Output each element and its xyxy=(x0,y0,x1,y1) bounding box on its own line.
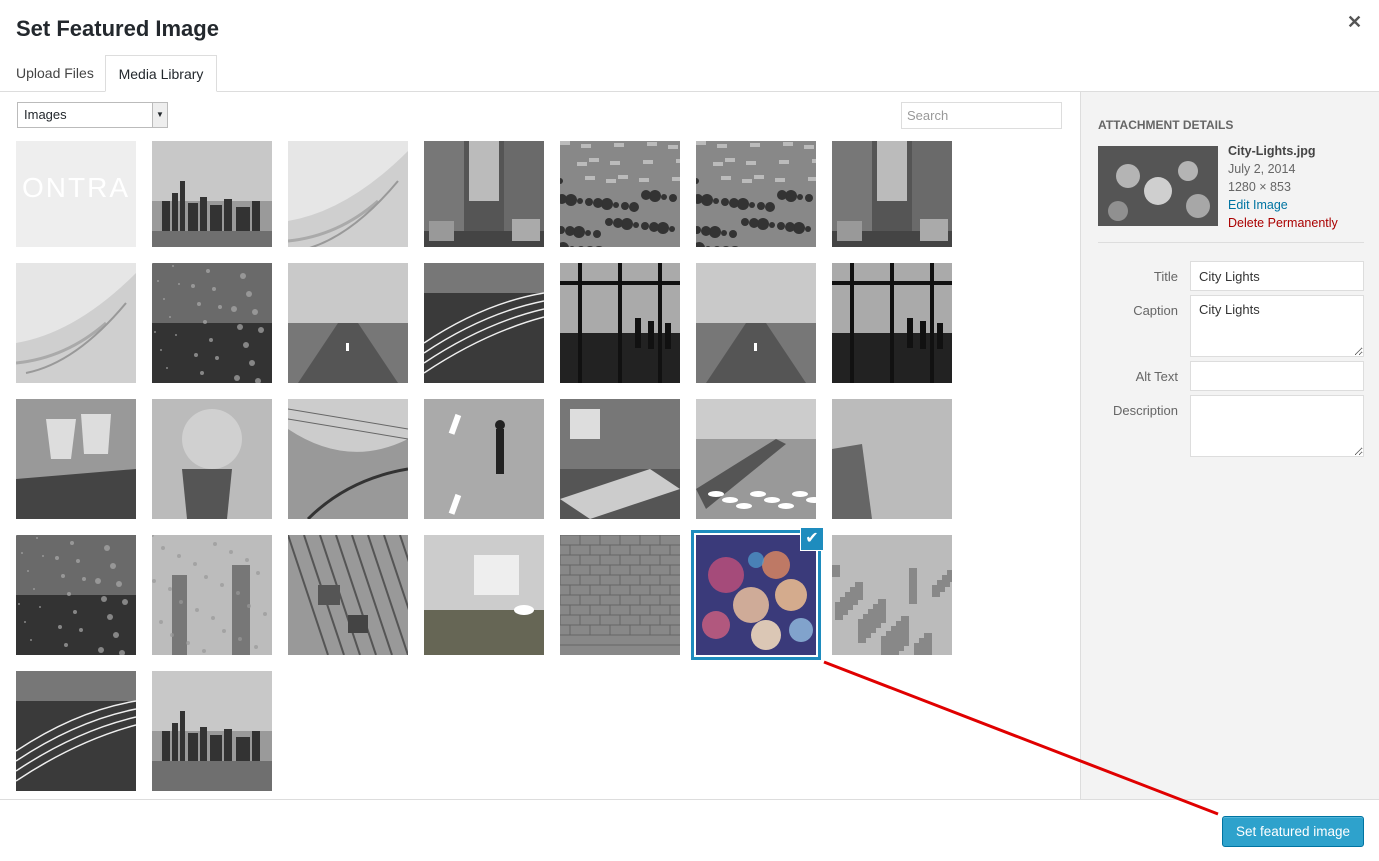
edit-image-link[interactable]: Edit Image xyxy=(1228,196,1338,214)
attachment-thumbnail[interactable] xyxy=(152,671,272,791)
modal-footer: Set featured image xyxy=(0,799,1379,861)
alt-text-label: Alt Text xyxy=(1135,369,1178,384)
attachment-thumbnail[interactable] xyxy=(424,141,544,247)
attachment-thumbnail[interactable] xyxy=(152,399,272,519)
attachment-thumbnail[interactable] xyxy=(16,535,136,655)
caption-label: Caption xyxy=(1133,303,1178,318)
divider xyxy=(1098,242,1364,243)
attachment-thumbnail[interactable] xyxy=(560,535,680,655)
attachment-thumbnail[interactable] xyxy=(696,263,816,383)
tab-upload-files[interactable]: Upload Files xyxy=(6,55,104,91)
attachment-thumbnail[interactable]: ONTRA xyxy=(16,141,136,247)
title-field[interactable] xyxy=(1190,261,1364,291)
attachment-thumbnail[interactable] xyxy=(152,263,272,383)
set-featured-image-button[interactable]: Set featured image xyxy=(1222,816,1364,847)
search-input[interactable] xyxy=(901,102,1062,129)
attachment-thumbnail[interactable] xyxy=(152,141,272,247)
attachment-thumbnail[interactable] xyxy=(832,263,952,383)
attachment-thumbnail[interactable] xyxy=(832,141,952,247)
attachment-thumbnail[interactable] xyxy=(696,399,816,519)
selected-check-icon[interactable]: ✔ xyxy=(800,527,824,551)
details-dimensions: 1280 × 853 xyxy=(1228,180,1291,194)
details-filename: City-Lights.jpg xyxy=(1228,144,1316,158)
attachment-thumbnail[interactable] xyxy=(424,535,544,655)
attachment-thumbnail[interactable] xyxy=(560,399,680,519)
alt-text-field[interactable] xyxy=(1190,361,1364,391)
attachment-thumbnail[interactable] xyxy=(696,141,816,247)
attachment-thumbnail[interactable] xyxy=(832,535,952,655)
attachment-thumbnail[interactable] xyxy=(560,263,680,383)
media-type-filter[interactable]: Images ▼ xyxy=(17,102,168,128)
description-label: Description xyxy=(1112,403,1178,418)
attachment-thumbnail[interactable] xyxy=(288,141,408,247)
attachment-thumbnail[interactable] xyxy=(16,263,136,383)
caption-field[interactable]: City Lights xyxy=(1190,295,1364,357)
tab-media-library[interactable]: Media Library xyxy=(105,55,217,92)
attachment-thumbnail[interactable] xyxy=(560,141,680,247)
delete-permanently-link[interactable]: Delete Permanently xyxy=(1228,214,1338,232)
description-field[interactable] xyxy=(1190,395,1364,457)
filter-selected-value: Images xyxy=(24,107,67,122)
attachment-thumbnail[interactable] xyxy=(16,399,136,519)
attachment-thumbnail[interactable] xyxy=(424,263,544,383)
attachment-thumbnail[interactable] xyxy=(152,535,272,655)
title-label: Title xyxy=(1153,269,1178,284)
details-thumbnail xyxy=(1098,146,1218,226)
details-heading: Attachment Details xyxy=(1098,118,1234,132)
dropdown-arrow-icon: ▼ xyxy=(152,103,167,127)
attachment-thumbnail[interactable] xyxy=(16,671,136,791)
details-meta: City-Lights.jpg July 2, 2014 1280 × 853 … xyxy=(1228,142,1338,232)
details-date: July 2, 2014 xyxy=(1228,162,1296,176)
attachment-thumbnail-selected[interactable] xyxy=(691,530,821,660)
attachment-details-panel: Attachment Details City-Lights.jpg July … xyxy=(1080,92,1379,799)
close-icon[interactable]: ✕ xyxy=(1347,12,1362,33)
attachment-thumbnail[interactable] xyxy=(832,399,952,519)
attachment-thumbnail[interactable] xyxy=(424,399,544,519)
attachment-thumbnail[interactable] xyxy=(288,535,408,655)
attachment-thumbnail[interactable] xyxy=(288,399,408,519)
modal-title: Set Featured Image xyxy=(16,16,219,41)
attachment-thumbnail[interactable] xyxy=(288,263,408,383)
thumbnail-logo-text: ONTRA xyxy=(22,172,130,203)
tab-bar: Upload Files Media Library xyxy=(0,55,1379,92)
